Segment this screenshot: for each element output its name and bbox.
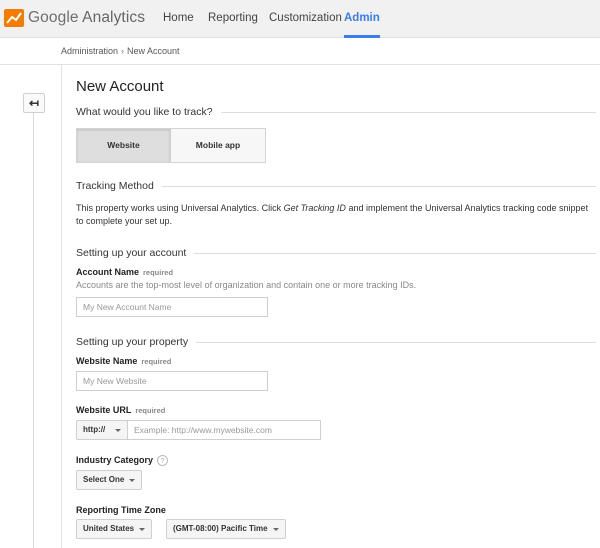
back-button[interactable]: ↤ [23, 93, 45, 113]
timezone-select[interactable]: (GMT-08:00) Pacific Time [166, 519, 286, 539]
breadcrumb-divider [0, 64, 600, 65]
nav-admin[interactable]: Admin [344, 0, 380, 38]
account-name-placeholder: My New Account Name [83, 302, 172, 312]
account-name-input[interactable]: My New Account Name [76, 297, 268, 317]
industry-category-select[interactable]: Select One [76, 470, 142, 490]
website-option-button[interactable]: Website [77, 129, 171, 162]
account-section-heading: Setting up your account [76, 247, 596, 259]
help-icon[interactable]: ? [157, 455, 169, 467]
website-url-label: Website URL required [76, 405, 166, 415]
chevron-down-icon [115, 429, 121, 432]
track-question-heading: What would you like to track? [76, 106, 596, 118]
back-arrow-icon: ↤ [28, 96, 40, 110]
track-type-toggle: Website Mobile app [76, 128, 266, 163]
chevron-down-icon [129, 479, 135, 482]
required-tag: required [143, 268, 174, 277]
property-section-heading: Setting up your property [76, 336, 596, 348]
mobile-app-option-button[interactable]: Mobile app [171, 129, 265, 162]
top-navigation-bar: Google Analytics Home Reporting Customiz… [0, 0, 600, 38]
tracking-method-description: This property works using Universal Anal… [76, 203, 589, 226]
page-title: New Account [76, 78, 164, 95]
breadcrumb-administration[interactable]: Administration [61, 46, 118, 56]
logo-google-text: Google [28, 9, 79, 26]
nav-customization[interactable]: Customization [269, 0, 342, 38]
website-name-label: Website Name required [76, 356, 172, 366]
website-name-input[interactable]: My New Website [76, 371, 268, 391]
website-name-placeholder: My New Website [83, 376, 147, 386]
website-url-input[interactable]: Example: http://www.mywebsite.com [127, 420, 321, 440]
analytics-logo-icon [4, 9, 24, 27]
breadcrumb: Administration › New Account [61, 46, 180, 56]
industry-category-label: Industry Category? [76, 455, 169, 467]
account-name-hint: Accounts are the top-most level of organ… [76, 280, 417, 290]
breadcrumb-new-account: New Account [127, 46, 180, 56]
content-divider [61, 64, 62, 548]
tracking-method-heading: Tracking Method [76, 180, 596, 192]
nav-home[interactable]: Home [163, 0, 194, 38]
chevron-down-icon [139, 528, 145, 531]
protocol-select[interactable]: http:// [76, 420, 128, 440]
google-analytics-logo[interactable]: Google Analytics [4, 7, 145, 29]
chevron-down-icon [273, 528, 279, 531]
rail-line [33, 112, 34, 548]
website-url-placeholder: Example: http://www.mywebsite.com [134, 425, 272, 435]
logo-product-text: Analytics [82, 9, 146, 26]
account-name-label: Account Name required [76, 267, 174, 277]
country-select[interactable]: United States [76, 519, 152, 539]
reporting-time-zone-label: Reporting Time Zone [76, 505, 166, 515]
breadcrumb-separator: › [121, 46, 125, 56]
required-tag: required [135, 406, 166, 415]
get-tracking-id-emphasis: Get Tracking ID [283, 203, 346, 213]
required-tag: required [141, 357, 172, 366]
nav-reporting[interactable]: Reporting [208, 0, 258, 38]
